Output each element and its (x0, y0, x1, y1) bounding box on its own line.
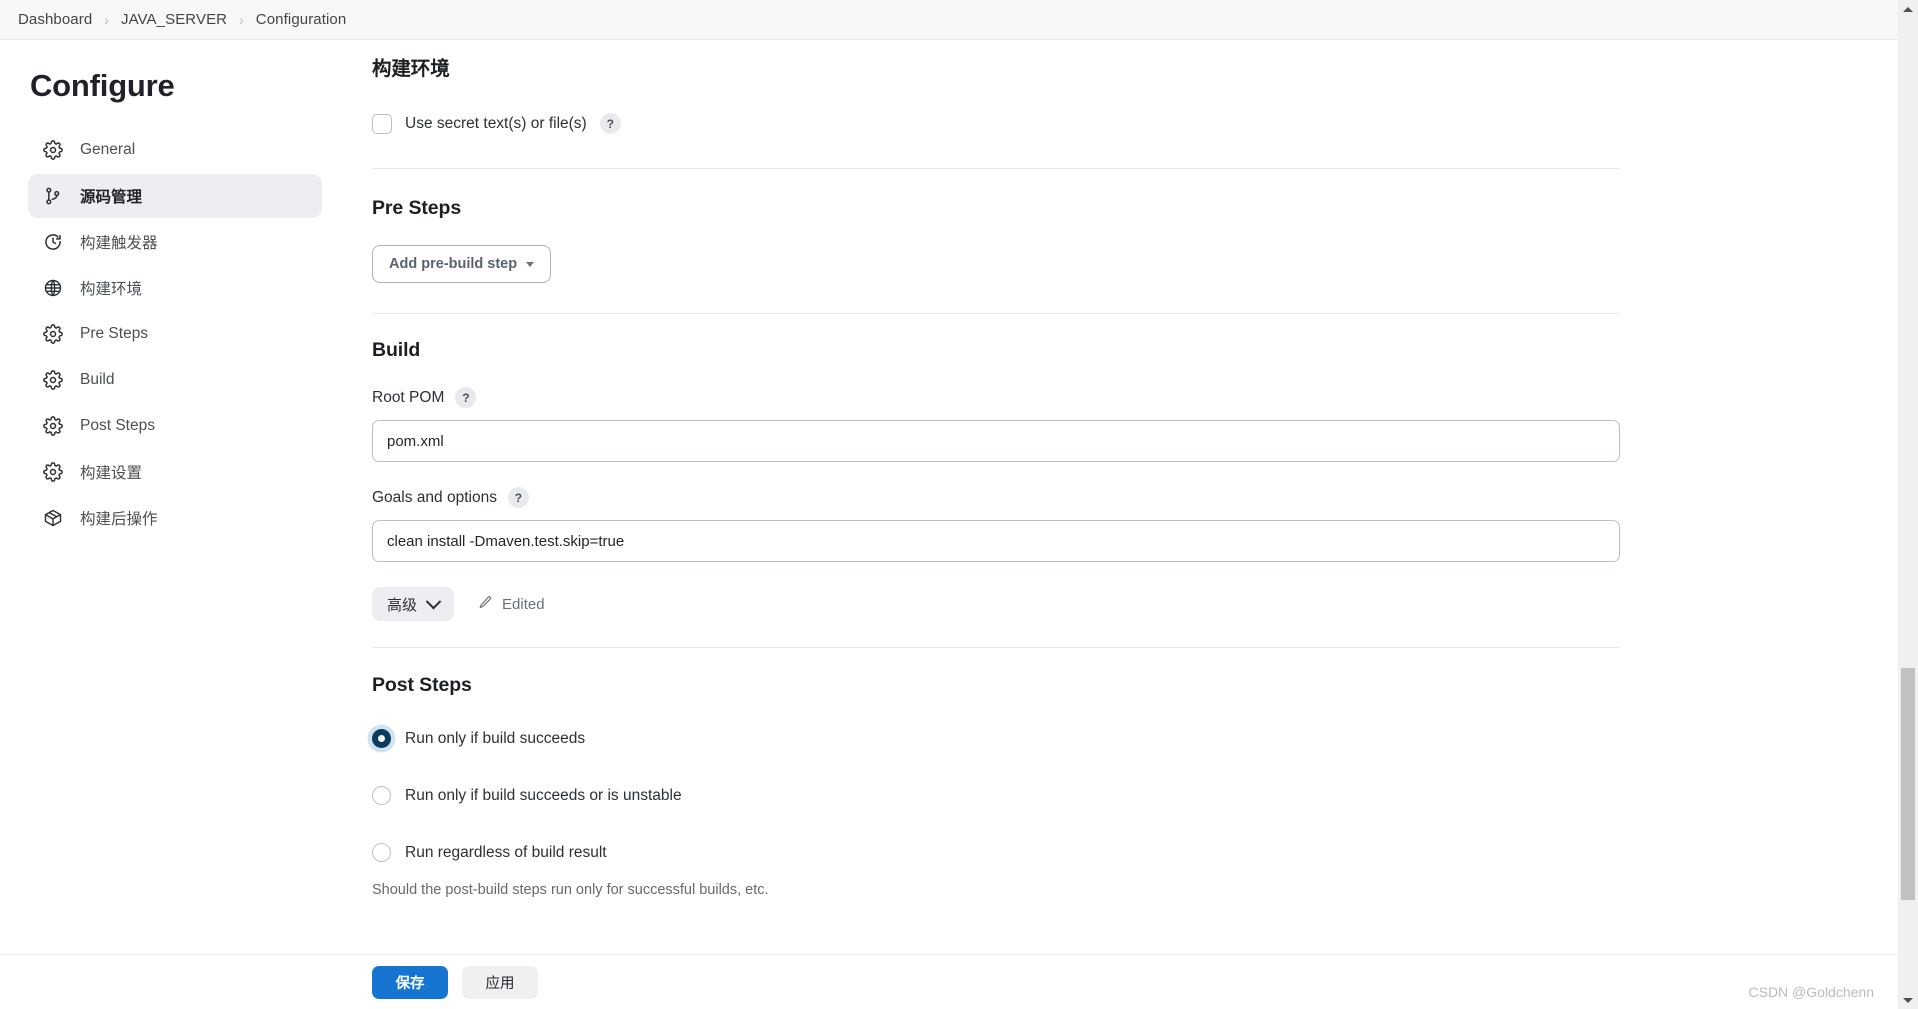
post-steps-hint: Should the post-build steps run only for… (372, 882, 769, 898)
sidebar-nav: General 源码管理 构建触发器 构建环境 Pre Steps Build … (28, 128, 322, 540)
gear-icon (42, 369, 64, 391)
sidebar-item-label: Build (80, 371, 115, 388)
radio-run-only-if-build-succeeds-or-unstable[interactable] (372, 786, 391, 805)
sidebar-item-build-environment[interactable]: 构建环境 (28, 266, 322, 310)
gear-icon (42, 323, 64, 345)
root-pom-label: Root POM (372, 388, 445, 406)
advanced-label: 高级 (387, 596, 418, 614)
section-title-build: Build (372, 339, 421, 361)
sidebar-item-pre-steps[interactable]: Pre Steps (28, 312, 322, 356)
edited-indicator: Edited (478, 595, 545, 614)
sidebar-item-label: 构建设置 (80, 465, 143, 482)
sidebar-item-post-steps[interactable]: Post Steps (28, 404, 322, 448)
add-pre-build-step-label: Add pre-build step (389, 256, 518, 272)
sidebar-item-label: Pre Steps (80, 325, 149, 342)
sidebar-item-general[interactable]: General (28, 128, 322, 172)
sidebar-item-post-build-actions[interactable]: 构建后操作 (28, 496, 322, 540)
post-step-option-regardless[interactable]: Run regardless of build result (372, 843, 1842, 862)
git-branch-icon (42, 185, 64, 207)
help-icon[interactable]: ? (599, 113, 621, 134)
help-icon[interactable]: ? (455, 387, 477, 408)
breadcrumb-separator: › (104, 11, 109, 28)
section-title-pre-steps: Pre Steps (372, 197, 462, 219)
breadcrumb-separator: › (239, 11, 244, 28)
clock-icon (42, 231, 64, 253)
goals-label: Goals and options (372, 488, 497, 506)
sidebar: Configure General 源码管理 构建触发器 构建环境 Pre St… (0, 40, 352, 1009)
sidebar-item-label: 构建触发器 (80, 235, 158, 252)
goals-and-options-input[interactable] (372, 520, 1620, 562)
section-title-post-steps: Post Steps (372, 674, 472, 696)
section-title-build-environment: 构建环境 (372, 58, 450, 80)
sidebar-item-build[interactable]: Build (28, 358, 322, 402)
scroll-up-arrow-icon[interactable] (1898, 0, 1918, 18)
goals-label-row: Goals and options ? (372, 487, 1842, 508)
jenkins-configure-page: Dashboard › JAVA_SERVER › Configuration … (0, 0, 1918, 1009)
scrollbar-thumb[interactable] (1901, 668, 1915, 900)
apply-button[interactable]: 应用 (462, 965, 538, 999)
use-secret-checkbox[interactable] (372, 113, 392, 134)
gear-icon (42, 461, 64, 483)
package-icon (42, 507, 64, 529)
use-secret-label: Use secret text(s) or file(s) (405, 114, 587, 132)
globe-icon (42, 277, 64, 299)
root-pom-label-row: Root POM ? (372, 387, 1842, 408)
gear-icon (42, 415, 64, 437)
page-title: Configure (30, 68, 175, 103)
breadcrumb: Dashboard › JAVA_SERVER › Configuration (0, 0, 1918, 40)
form-footer: 保存 应用 (0, 954, 1898, 1009)
breadcrumb-item-configuration: Configuration (255, 11, 347, 28)
radio-run-regardless-of-build-result[interactable] (372, 843, 391, 862)
watermark: CSDN @Goldchenn (1748, 984, 1875, 1000)
configure-form: 构建环境 Use secret text(s) or file(s) ? Pre… (352, 40, 1842, 1009)
sidebar-item-build-settings[interactable]: 构建设置 (28, 450, 322, 494)
sidebar-item-label: Post Steps (80, 417, 155, 434)
edited-label: Edited (502, 595, 545, 613)
chevron-down-icon (425, 593, 442, 609)
sidebar-item-build-triggers[interactable]: 构建触发器 (28, 220, 322, 264)
pencil-icon (478, 595, 493, 614)
advanced-toggle-button[interactable]: 高级 (372, 587, 455, 621)
breadcrumb-item-java-server[interactable]: JAVA_SERVER (121, 11, 227, 28)
sidebar-item-label: General (80, 141, 136, 158)
save-button[interactable]: 保存 (372, 965, 448, 999)
advanced-row: 高级 Edited (372, 587, 1842, 621)
radio-label: Run only if build succeeds (405, 729, 586, 747)
radio-run-only-if-build-succeeds[interactable] (372, 729, 391, 748)
help-icon[interactable]: ? (507, 487, 529, 508)
vertical-scrollbar[interactable] (1898, 0, 1918, 1009)
add-pre-build-step-button[interactable]: Add pre-build step (372, 245, 552, 283)
radio-label: Run regardless of build result (405, 843, 607, 861)
sidebar-item-label: 构建后操作 (80, 511, 158, 528)
use-secret-row: Use secret text(s) or file(s) ? (372, 113, 1842, 134)
sidebar-item-source-code-management[interactable]: 源码管理 (28, 174, 322, 218)
chevron-down-icon (526, 261, 535, 267)
main-content: 构建环境 Use secret text(s) or file(s) ? Pre… (352, 40, 1918, 1009)
gear-icon (42, 139, 64, 161)
breadcrumb-item-dashboard[interactable]: Dashboard (18, 11, 92, 28)
scroll-down-arrow-icon[interactable] (1898, 991, 1918, 1009)
root-pom-input[interactable] (372, 420, 1620, 462)
sidebar-item-label: 构建环境 (80, 281, 143, 298)
post-step-option-succeeds-or-unstable[interactable]: Run only if build succeeds or is unstabl… (372, 786, 1842, 805)
sidebar-item-label: 源码管理 (80, 189, 143, 206)
radio-label: Run only if build succeeds or is unstabl… (405, 786, 682, 804)
post-step-option-succeeds[interactable]: Run only if build succeeds (372, 729, 1842, 748)
